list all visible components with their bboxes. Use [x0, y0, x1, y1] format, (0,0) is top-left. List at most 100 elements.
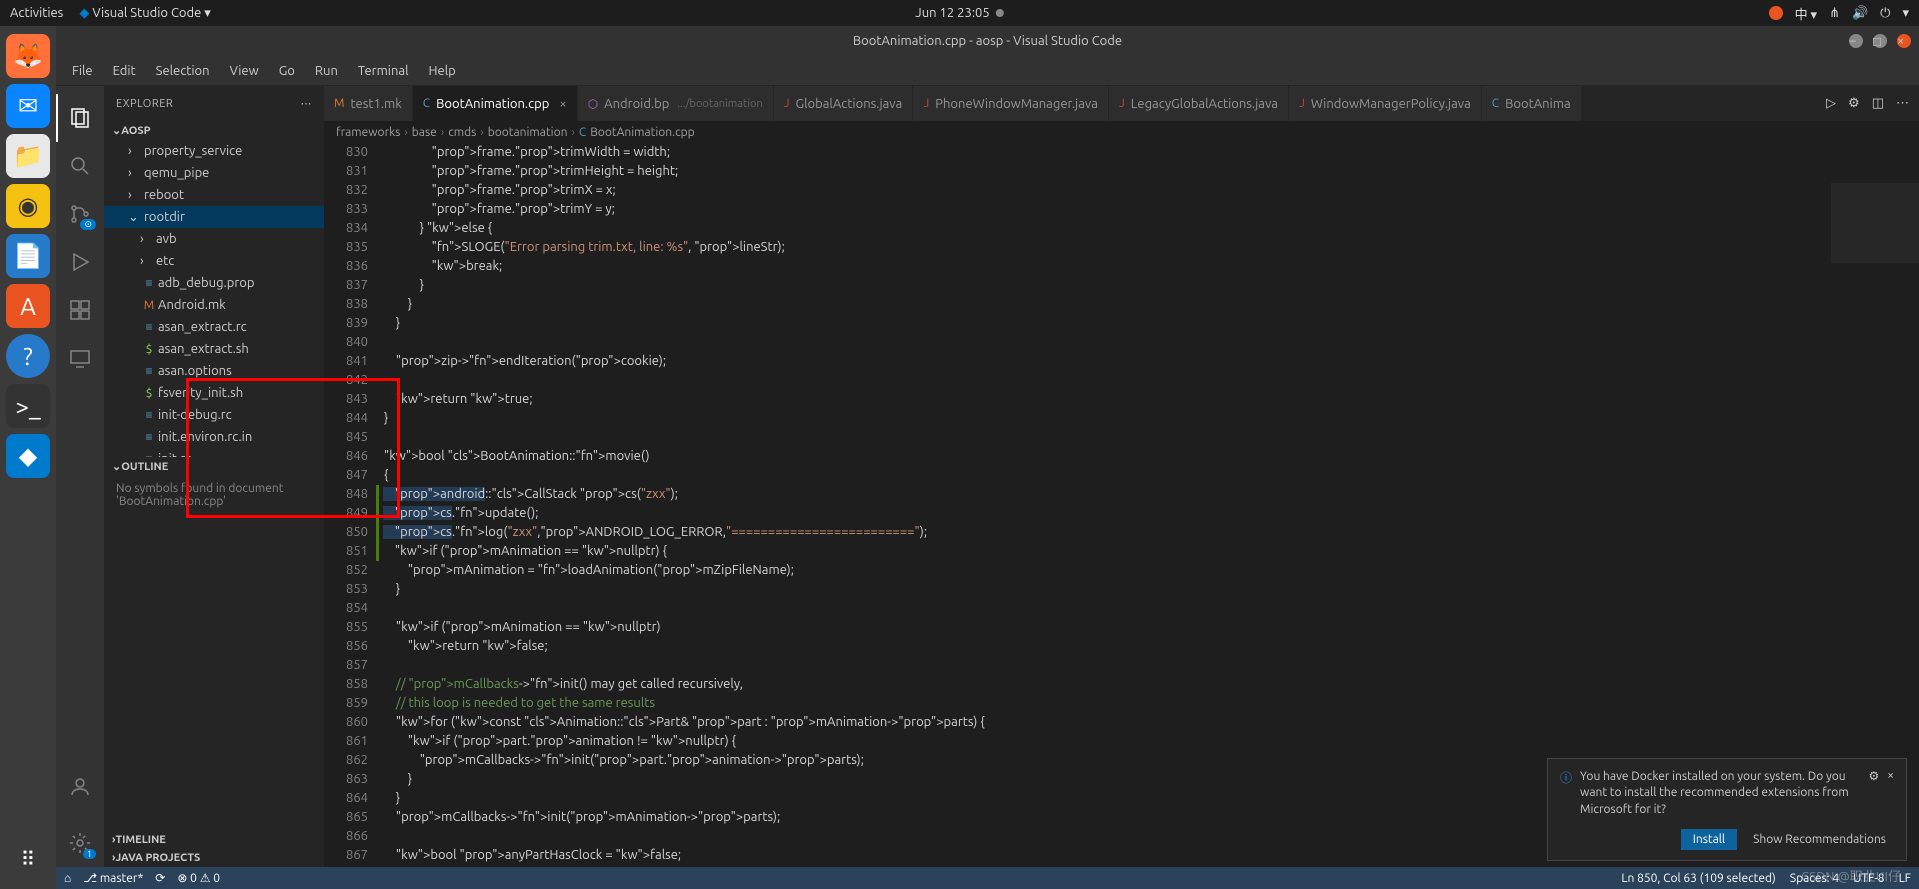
menu-selection[interactable]: Selection	[148, 60, 218, 82]
remote-indicator[interactable]: ⌂	[64, 871, 71, 885]
dock-ubuntu-software[interactable]: A	[6, 284, 50, 328]
activity-run-debug[interactable]	[56, 238, 104, 286]
menu-terminal[interactable]: Terminal	[350, 60, 417, 82]
menu-file[interactable]: File	[64, 60, 101, 82]
window-close-button[interactable]: ×	[1897, 34, 1911, 48]
install-button[interactable]: Install	[1681, 829, 1737, 850]
run-icon[interactable]: ▷	[1826, 96, 1836, 111]
info-icon: ⓘ	[1560, 769, 1572, 786]
breadcrumbs[interactable]: frameworks› base› cmds› bootanimation› C…	[324, 121, 1919, 143]
sidebar-more-icon[interactable]: ⋯	[301, 97, 313, 110]
activity-remote[interactable]	[56, 334, 104, 382]
tree-file[interactable]: ≡asan_extract.rc	[104, 316, 324, 338]
update-indicator-icon[interactable]	[1769, 6, 1783, 20]
close-icon[interactable]: ×	[1887, 769, 1894, 782]
dock-vscode[interactable]: ◆	[6, 434, 50, 478]
cursor-position[interactable]: Ln 850, Col 63 (109 selected)	[1621, 872, 1775, 885]
window-maximize-button[interactable]: □	[1873, 34, 1887, 48]
tree-file[interactable]: ≡adb_debug.prop	[104, 272, 324, 294]
activity-settings[interactable]: 1	[56, 819, 104, 867]
activity-bar: ⊙ 1	[56, 86, 104, 867]
filetype-icon: J	[784, 97, 790, 110]
tree-file[interactable]: ≡asan.options	[104, 360, 324, 382]
ime-indicator[interactable]: 中 ▾	[1795, 4, 1818, 23]
menu-help[interactable]: Help	[420, 60, 463, 82]
file-icon: ≡	[140, 430, 158, 444]
indentation[interactable]: Spaces: 4	[1790, 872, 1839, 885]
tree-folder[interactable]: ›reboot	[104, 184, 324, 206]
menu-go[interactable]: Go	[271, 60, 303, 82]
dock-thunderbird[interactable]: ✉	[6, 84, 50, 128]
status-bar: ⌂ ⎇ master* ⟳ ⊗ 0 ⚠ 0 Ln 850, Col 63 (10…	[56, 867, 1919, 889]
app-menu[interactable]: ◆ Visual Studio Code ▾	[79, 6, 210, 21]
tab[interactable]: JPhoneWindowManager.java	[913, 86, 1109, 121]
tab[interactable]: JWindowManagerPolicy.java	[1289, 86, 1482, 121]
activity-accounts[interactable]	[56, 763, 104, 811]
chevron-down-icon[interactable]: ▾	[1902, 6, 1909, 21]
git-sync[interactable]: ⟳	[155, 871, 165, 885]
tree-folder[interactable]: ⌄rootdir	[104, 206, 324, 228]
tab[interactable]: ⬡Android.bp.../bootanimation	[578, 86, 774, 121]
dock-terminal[interactable]: >_	[6, 384, 50, 428]
problems[interactable]: ⊗ 0 ⚠ 0	[177, 871, 220, 885]
git-branch[interactable]: ⎇ master*	[83, 871, 143, 885]
activity-source-control[interactable]: ⊙	[56, 190, 104, 238]
file-tree: ›property_service›qemu_pipe›reboot⌄rootd…	[104, 140, 324, 457]
dock-files[interactable]: 📁	[6, 134, 50, 178]
tree-file[interactable]: ≡init-debug.rc	[104, 404, 324, 426]
chevron-icon: ›	[128, 144, 144, 158]
sidebar-title: EXPLORER	[116, 98, 173, 110]
tree-folder[interactable]: ›qemu_pipe	[104, 162, 324, 184]
activity-explorer[interactable]	[56, 94, 104, 142]
show-recommendations-button[interactable]: Show Recommendations	[1745, 829, 1894, 850]
dock-rhythmbox[interactable]: ◉	[6, 184, 50, 228]
power-icon[interactable]: ⏻	[1880, 6, 1890, 21]
tab[interactable]: Mtest1.mk	[324, 86, 413, 121]
notification-message: You have Docker installed on your system…	[1580, 769, 1860, 819]
tab[interactable]: CBootAnimation.cpp×	[413, 86, 578, 121]
debug-icon[interactable]: ⚙	[1848, 96, 1860, 111]
outline-head[interactable]: ⌄ OUTLINE	[104, 457, 324, 476]
tab[interactable]: JGlobalActions.java	[774, 86, 914, 121]
tree-file[interactable]: MAndroid.mk	[104, 294, 324, 316]
volume-icon[interactable]: 🔊	[1852, 6, 1868, 21]
tab[interactable]: CBootAnima	[1482, 86, 1582, 121]
tree-file[interactable]: $fsverity_init.sh	[104, 382, 324, 404]
outline-empty: No symbols found in document 'BootAnimat…	[104, 476, 324, 514]
activities-button[interactable]: Activities	[10, 6, 63, 20]
dock-help[interactable]: ?	[6, 334, 50, 378]
activity-extensions[interactable]	[56, 286, 104, 334]
more-icon[interactable]: ⋯	[1896, 96, 1909, 111]
filetype-icon: J	[923, 97, 929, 110]
clock[interactable]: Jun 12 23:05	[915, 6, 989, 20]
menu-edit[interactable]: Edit	[105, 60, 144, 82]
tree-file[interactable]: ≡init.rc	[104, 448, 324, 457]
encoding[interactable]: UTF-8	[1853, 872, 1884, 885]
window-minimize-button[interactable]: −	[1849, 34, 1863, 48]
network-icon[interactable]: ⋔	[1829, 6, 1840, 21]
eol[interactable]: LF	[1899, 872, 1911, 885]
dock-libreoffice-writer[interactable]: 📄	[6, 234, 50, 278]
tree-folder[interactable]: ›etc	[104, 250, 324, 272]
tree-file[interactable]: ≡init.environ.rc.in	[104, 426, 324, 448]
menu-run[interactable]: Run	[307, 60, 346, 82]
dock-show-apps[interactable]: ⠿	[6, 837, 50, 881]
close-icon[interactable]: ×	[559, 97, 566, 111]
activity-search[interactable]	[56, 142, 104, 190]
split-icon[interactable]: ◫	[1872, 96, 1884, 111]
minimap-slider[interactable]	[1831, 183, 1919, 263]
filetype-icon: J	[1299, 97, 1305, 110]
filetype-icon: ⬡	[588, 97, 598, 111]
gear-icon[interactable]: ⚙	[1868, 769, 1879, 783]
tree-folder[interactable]: ›property_service	[104, 140, 324, 162]
file-icon: ≡	[140, 320, 158, 334]
dock-firefox[interactable]: 🦊	[6, 34, 50, 78]
java-projects-head[interactable]: › JAVA PROJECTS	[104, 849, 324, 867]
tree-folder[interactable]: ›avb	[104, 228, 324, 250]
menu-view[interactable]: View	[222, 60, 267, 82]
timeline-head[interactable]: › TIMELINE	[104, 831, 324, 849]
tree-file[interactable]: $asan_extract.sh	[104, 338, 324, 360]
gnome-topbar: Activities ◆ Visual Studio Code ▾ Jun 12…	[0, 0, 1919, 26]
tab[interactable]: JLegacyGlobalActions.java	[1109, 86, 1289, 121]
project-head[interactable]: ⌄ AOSP	[104, 121, 324, 140]
